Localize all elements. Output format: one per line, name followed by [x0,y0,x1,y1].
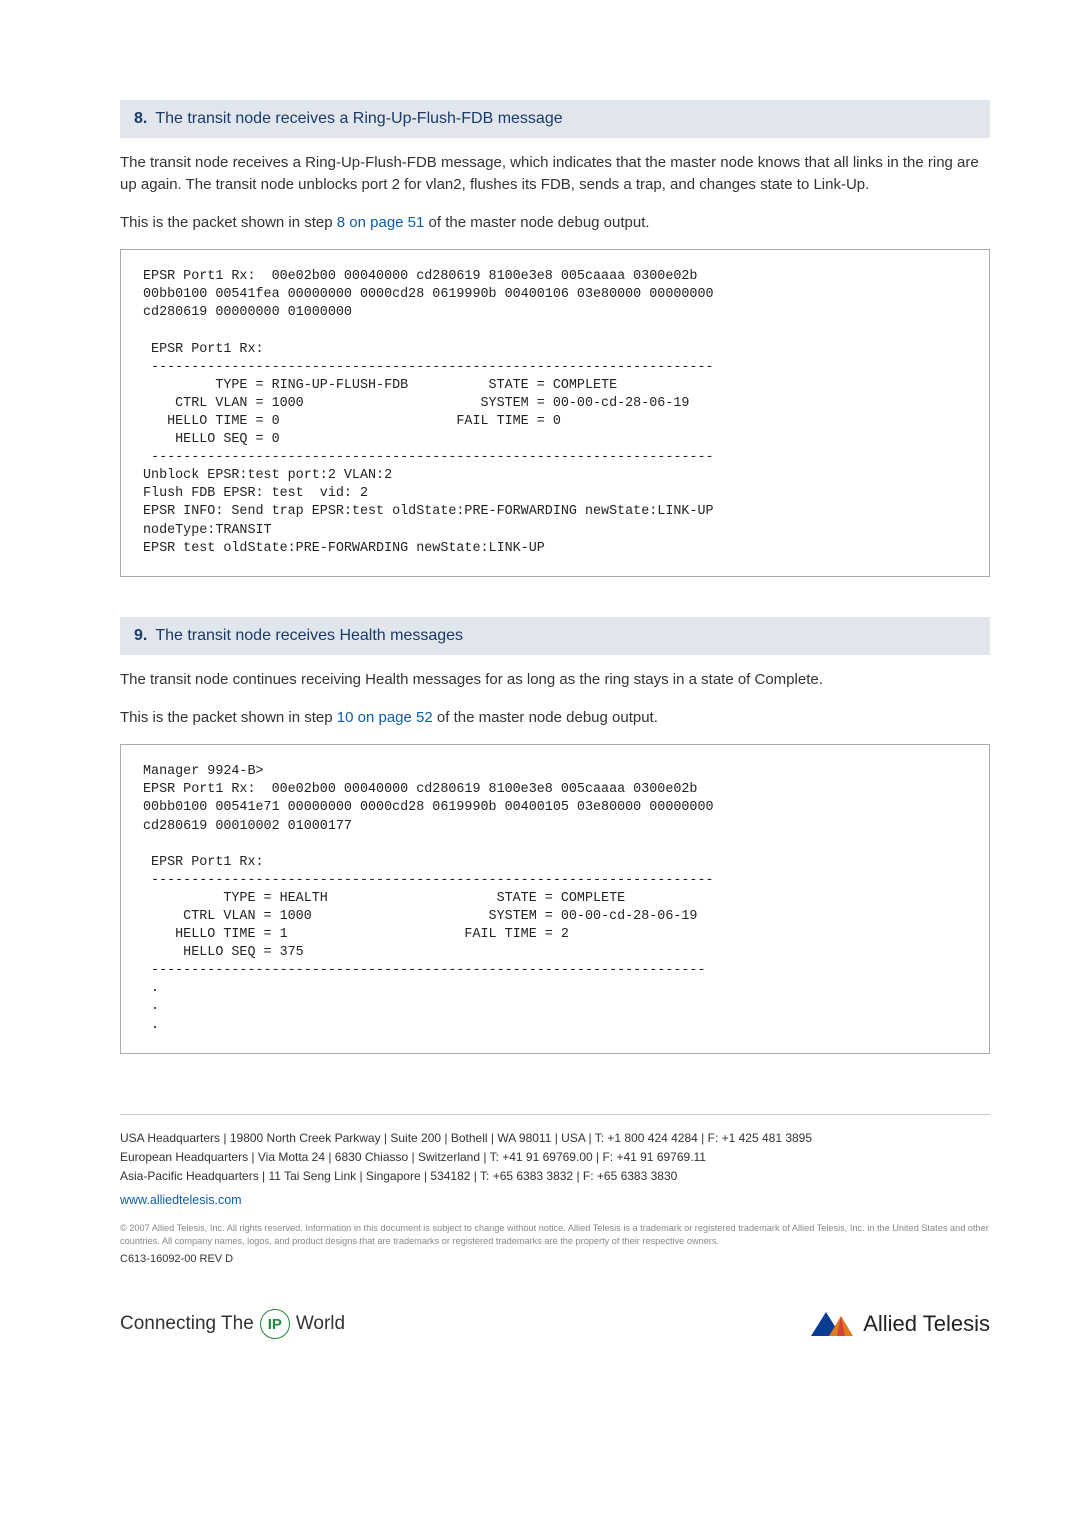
bottom-bar: Connecting The IP World Allied Telesis [0,1295,1080,1369]
step9-code: Manager 9924-B> EPSR Port1 Rx: 00e02b00 … [120,744,990,1053]
logo-text: Allied Telesis [863,1311,990,1337]
step8-link[interactable]: 8 on page 51 [337,214,425,231]
step8-para2b: of the master node debug output. [424,214,649,231]
footer-rev: C613-16092-00 REV D [120,1253,990,1265]
step9-title: The transit node receives Health message… [155,627,463,644]
step9-para2: This is the packet shown in step 10 on p… [120,707,990,729]
step9-para2a: This is the packet shown in step [120,709,337,726]
footer-url[interactable]: www.alliedtelesis.com [120,1190,990,1210]
footer-asia: Asia-Pacific Headquarters | 11 Tai Seng … [120,1167,990,1186]
connecting-tagline: Connecting The IP World [120,1309,345,1339]
step8-para2a: This is the packet shown in step [120,214,337,231]
step9-para2b: of the master node debug output. [433,709,658,726]
footer-separator [120,1114,990,1115]
ip-circle-icon: IP [260,1309,290,1339]
step8-para2: This is the packet shown in step 8 on pa… [120,212,990,234]
connecting-a: Connecting The [120,1313,254,1335]
footer-addresses: USA Headquarters | 19800 North Creek Par… [120,1129,990,1211]
step8-header: 8. The transit node receives a Ring-Up-Fl… [120,100,990,138]
allied-telesis-logo: Allied Telesis [811,1311,990,1337]
footer-eur: European Headquarters | Via Motta 24 | 6… [120,1148,990,1167]
step8-num: 8. [134,110,147,127]
step8-code: EPSR Port1 Rx: 00e02b00 00040000 cd28061… [120,249,990,577]
footer-usa: USA Headquarters | 19800 North Creek Par… [120,1129,990,1148]
step8-para1: The transit node receives a Ring-Up-Flus… [120,152,990,196]
step9-num: 9. [134,627,147,644]
connecting-b: World [296,1313,345,1335]
step8-title: The transit node receives a Ring-Up-Flus… [155,110,562,127]
logo-triangle-icon [811,1312,857,1336]
footer-disclaimer: © 2007 Allied Telesis, Inc. All rights r… [120,1222,990,1247]
step9-header: 9. The transit node receives Health messa… [120,617,990,655]
step9-link[interactable]: 10 on page 52 [337,709,433,726]
step9-para1: The transit node continues receiving Hea… [120,669,990,691]
